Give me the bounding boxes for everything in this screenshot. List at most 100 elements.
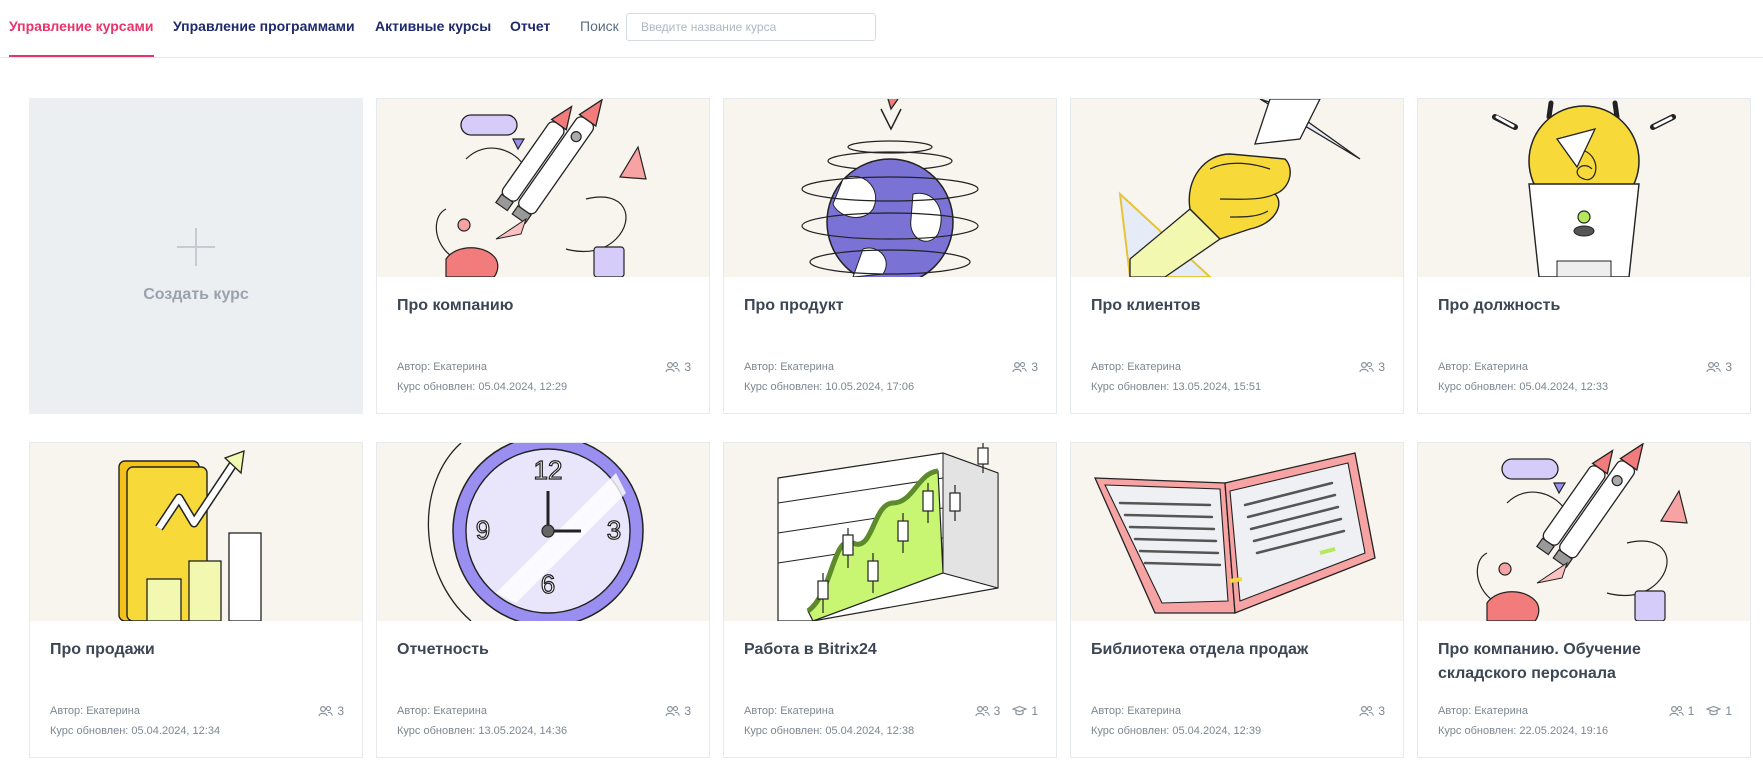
participants-count: 3: [665, 360, 691, 374]
course-updated-date: Курс обновлен: 05.04.2024, 12:34: [50, 725, 221, 737]
course-updated-date: Курс обновлен: 13.05.2024, 15:51: [1091, 381, 1262, 393]
course-title[interactable]: Отчетность: [397, 638, 691, 662]
users-icon: [665, 361, 680, 373]
lightbulb-illustration: [1418, 99, 1750, 277]
course-card[interactable]: Про продажи Автор: Екатерина Курс обновлен…: [29, 442, 363, 758]
svg-text:3: 3: [607, 515, 621, 545]
participants-value: 3: [684, 360, 691, 374]
book-illustration: [1071, 443, 1403, 621]
course-author: Автор: Екатерина: [397, 361, 487, 373]
course-updated-date: Курс обновлен: 05.04.2024, 12:33: [1438, 381, 1609, 393]
clock-illustration: 12 3 6 9: [377, 443, 709, 621]
course-stats: 11: [1669, 704, 1732, 718]
participants-value: 3: [1725, 360, 1732, 374]
users-icon: [1359, 705, 1374, 717]
participants-value: 3: [684, 704, 691, 718]
tab-program-management[interactable]: Управление программами: [173, 0, 355, 57]
svg-text:9: 9: [476, 515, 490, 545]
svg-text:12: 12: [534, 455, 563, 485]
users-icon: [1012, 361, 1027, 373]
participants-value: 3: [337, 704, 344, 718]
course-card[interactable]: Про должность Автор: Екатерина Курс обновл…: [1417, 98, 1751, 414]
course-card[interactable]: Про продукт Автор: Екатерина Курс обновлен…: [723, 98, 1057, 414]
handshake-illustration: [1071, 99, 1403, 277]
course-author: Автор: Екатерина: [1438, 705, 1528, 717]
graduation-cap-icon: [1706, 705, 1721, 717]
participants-value: 3: [1378, 360, 1385, 374]
participants-value: 3: [993, 704, 1001, 718]
rocket-illustration: [1418, 443, 1750, 621]
course-stats: 3: [1706, 360, 1732, 374]
search-input[interactable]: [626, 13, 876, 41]
course-title[interactable]: Про компанию. Обучение складского персон…: [1438, 638, 1732, 686]
growth-chart-illustration: [30, 443, 362, 621]
course-stats: 31: [975, 704, 1038, 718]
course-author: Автор: Екатерина: [1091, 705, 1181, 717]
course-title[interactable]: Про должность: [1438, 294, 1732, 318]
course-author: Автор: Екатерина: [744, 361, 834, 373]
create-course-label: Создать курс: [143, 286, 249, 303]
course-author: Автор: Екатерина: [1091, 361, 1181, 373]
create-course-button[interactable]: Создать курс: [29, 98, 363, 414]
course-title[interactable]: Работа в Bitrix24: [744, 638, 1038, 662]
graduation-cap-icon: [1012, 705, 1027, 717]
participants-value: 1: [1687, 704, 1695, 718]
course-card[interactable]: Про компанию Автор: Екатерина Курс обновле…: [376, 98, 710, 414]
participants-count: 3: [975, 704, 1001, 718]
users-icon: [1669, 705, 1684, 717]
tab-course-management[interactable]: Управление курсами: [9, 0, 154, 57]
course-stats: 3: [1359, 704, 1385, 718]
course-title[interactable]: Библиотека отдела продаж: [1091, 638, 1385, 662]
graduates-count: 1: [1706, 704, 1732, 718]
course-updated-date: Курс обновлен: 05.04.2024, 12:38: [744, 725, 915, 737]
participants-count: 3: [1359, 360, 1385, 374]
users-icon: [665, 705, 680, 717]
users-icon: [1359, 361, 1374, 373]
tab-report[interactable]: Отчет: [510, 0, 550, 57]
users-icon: [318, 705, 333, 717]
course-stats: 3: [665, 360, 691, 374]
course-author: Автор: Екатерина: [50, 705, 140, 717]
users-icon: [975, 705, 990, 717]
course-author: Автор: Екатерина: [1438, 361, 1528, 373]
participants-count: 3: [1706, 360, 1732, 374]
participants-count: 3: [318, 704, 344, 718]
course-card[interactable]: Про компанию. Обучение складского персон…: [1417, 442, 1751, 758]
course-card[interactable]: Работа в Bitrix24 Автор: Екатерина Курс об…: [723, 442, 1057, 758]
course-title[interactable]: Про продажи: [50, 638, 344, 662]
course-stats: 3: [665, 704, 691, 718]
participants-value: 3: [1378, 704, 1385, 718]
participants-count: 3: [665, 704, 691, 718]
course-card[interactable]: 12 3 6 9 Отчетность Автор: Екатерина Курс …: [376, 442, 710, 758]
users-icon: [1706, 361, 1721, 373]
plus-icon: [177, 228, 215, 266]
course-title[interactable]: Про клиентов: [1091, 294, 1385, 318]
top-navigation: Управление курсами Управление программам…: [0, 0, 1763, 58]
course-title[interactable]: Про продукт: [744, 294, 1038, 318]
course-stats: 3: [1012, 360, 1038, 374]
course-author: Автор: Екатерина: [744, 705, 834, 717]
course-title[interactable]: Про компанию: [397, 294, 691, 318]
graduates-count: 1: [1012, 704, 1038, 718]
globe-illustration: [724, 99, 1056, 277]
graduates-value: 1: [1725, 704, 1732, 718]
candlestick-chart-illustration: [724, 443, 1056, 621]
tab-active-courses[interactable]: Активные курсы: [375, 0, 491, 57]
course-updated-date: Курс обновлен: 22.05.2024, 19:16: [1438, 725, 1609, 737]
course-card[interactable]: Про клиентов Автор: Екатерина Курс обновле…: [1070, 98, 1404, 414]
course-updated-date: Курс обновлен: 05.04.2024, 12:29: [397, 381, 568, 393]
participants-count: 3: [1359, 704, 1385, 718]
svg-text:6: 6: [541, 569, 555, 599]
course-author: Автор: Екатерина: [397, 705, 487, 717]
course-stats: 3: [318, 704, 344, 718]
course-updated-date: Курс обновлен: 05.04.2024, 12:39: [1091, 725, 1262, 737]
participants-value: 3: [1031, 360, 1038, 374]
course-updated-date: Курс обновлен: 13.05.2024, 14:36: [397, 725, 568, 737]
course-stats: 3: [1359, 360, 1385, 374]
participants-count: 3: [1012, 360, 1038, 374]
participants-count: 1: [1669, 704, 1695, 718]
search-label: Поиск: [580, 18, 619, 34]
rocket-illustration: [377, 99, 709, 277]
course-card[interactable]: Библиотека отдела продаж Автор: Екатерина…: [1070, 442, 1404, 758]
graduates-value: 1: [1031, 704, 1038, 718]
